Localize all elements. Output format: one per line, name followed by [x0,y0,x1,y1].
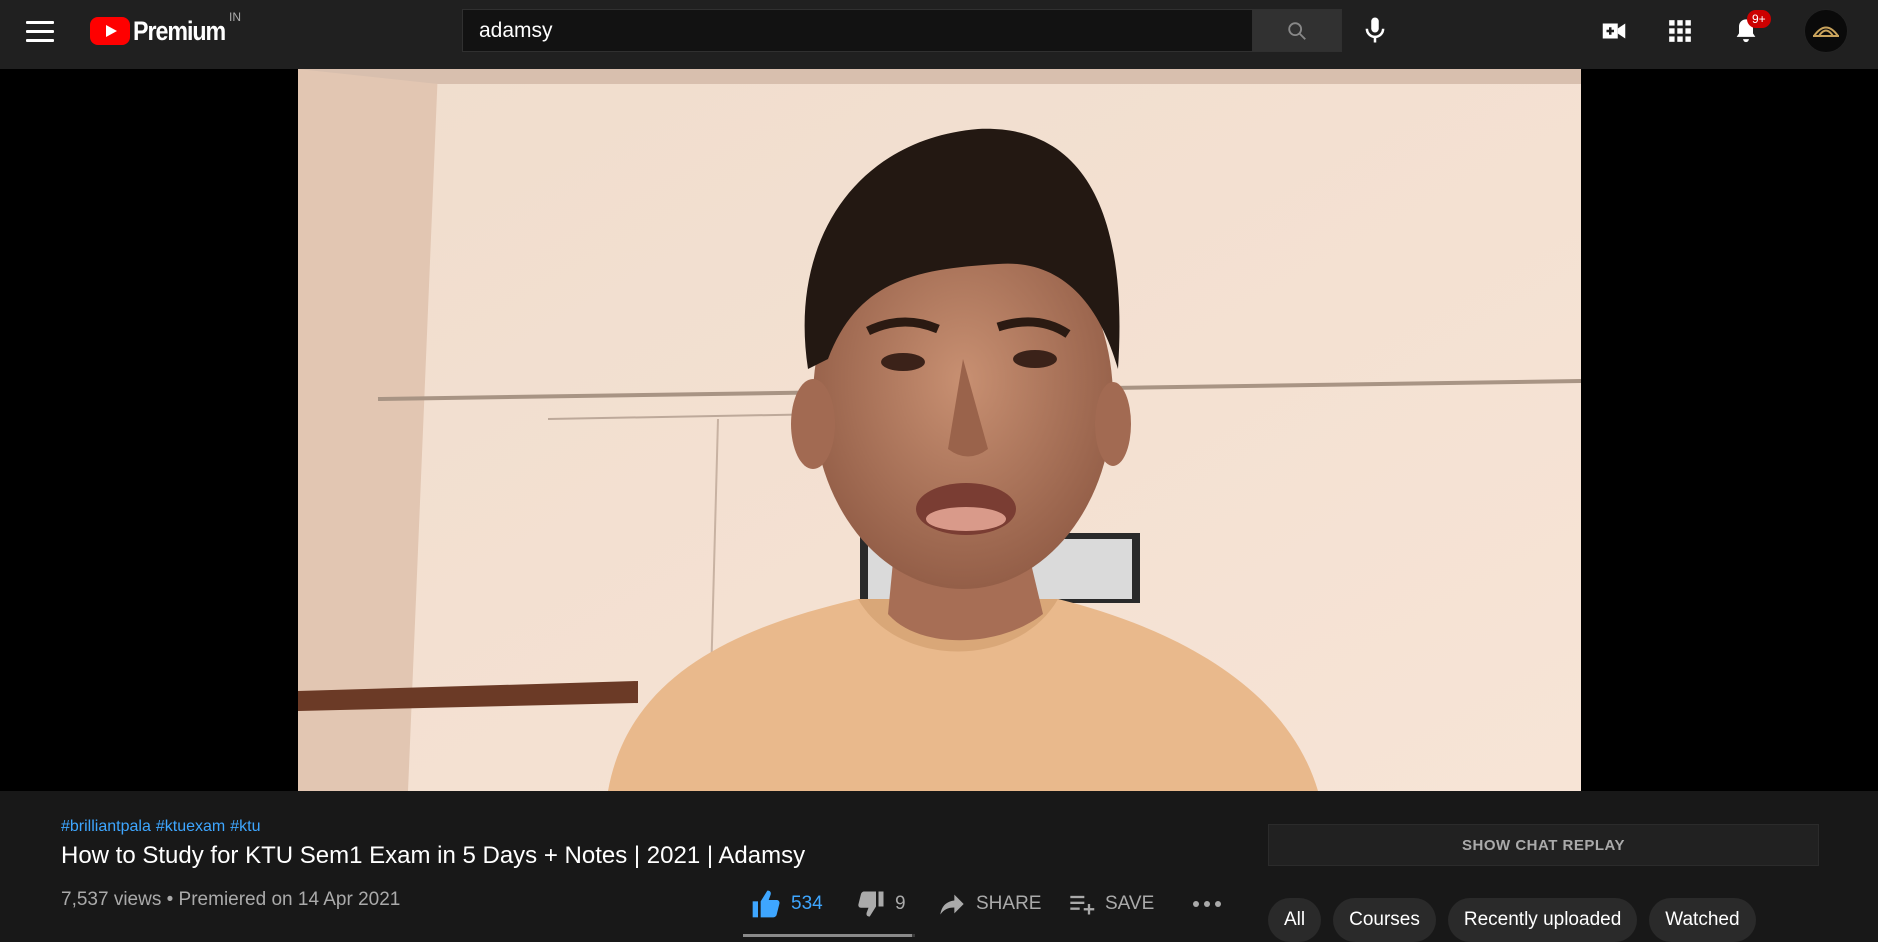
search-bar [462,9,1342,52]
thumbs-up-icon [752,890,780,918]
video-still-image [298,69,1581,791]
search-button[interactable] [1253,9,1342,52]
like-dislike-ratio-bar [743,934,915,937]
like-count: 534 [791,893,823,914]
share-arrow-icon [940,894,964,915]
create-video-icon [1602,23,1626,39]
menu-icon[interactable] [26,21,54,43]
thumbs-down-icon [858,891,884,917]
hashtag-link[interactable]: #ktu [230,818,260,835]
youtube-play-icon [90,17,130,45]
save-button[interactable]: SAVE [1067,886,1154,922]
chip-recently-uploaded[interactable]: Recently uploaded [1447,898,1638,942]
create-button[interactable] [1597,14,1631,48]
like-ratio-fill [743,934,912,937]
show-chat-replay-button[interactable]: SHOW CHAT REPLAY [1268,824,1819,866]
apps-button[interactable] [1663,14,1697,48]
video-frame[interactable] [298,69,1581,791]
video-player[interactable] [0,69,1878,791]
share-label: SHARE [976,893,1042,914]
hashtags: #brilliantpala #ktuexam #ktu [61,818,265,836]
more-dots-icon [1193,901,1221,907]
dislike-button[interactable]: 9 [855,886,906,922]
logo-text: Premium [133,15,226,46]
save-label: SAVE [1105,893,1155,914]
mic-icon [1365,17,1385,43]
add-to-playlist-icon [1070,895,1095,915]
chip-courses[interactable]: Courses [1333,898,1436,942]
chip-watched[interactable]: Watched [1649,898,1756,942]
youtube-premium-logo[interactable]: Premium [90,15,240,47]
video-title: How to Study for KTU Sem1 Exam in 5 Days… [61,842,806,869]
avatar[interactable] [1804,9,1848,53]
hashtag-link[interactable]: #brilliantpala [61,818,151,835]
apps-grid-icon [1669,20,1691,42]
search-icon [1288,21,1306,40]
top-bar: Premium IN 9+ [0,0,1878,69]
chip-all[interactable]: All [1268,898,1322,942]
video-meta: 7,537 views • Premiered on 14 Apr 2021 [61,889,401,910]
like-button[interactable]: 534 [749,886,823,922]
voice-search-button[interactable] [1360,14,1390,46]
share-button[interactable]: SHARE [936,886,1041,922]
avatar-logo-icon [1813,26,1839,37]
search-input[interactable] [462,9,1253,52]
country-code: IN [229,10,241,24]
hashtag-link[interactable]: #ktuexam [156,818,225,835]
more-actions-button[interactable] [1192,886,1222,922]
filter-chips: All Courses Recently uploaded Watched [1268,898,1768,942]
notification-badge: 9+ [1747,10,1771,29]
dislike-count: 9 [895,893,906,914]
